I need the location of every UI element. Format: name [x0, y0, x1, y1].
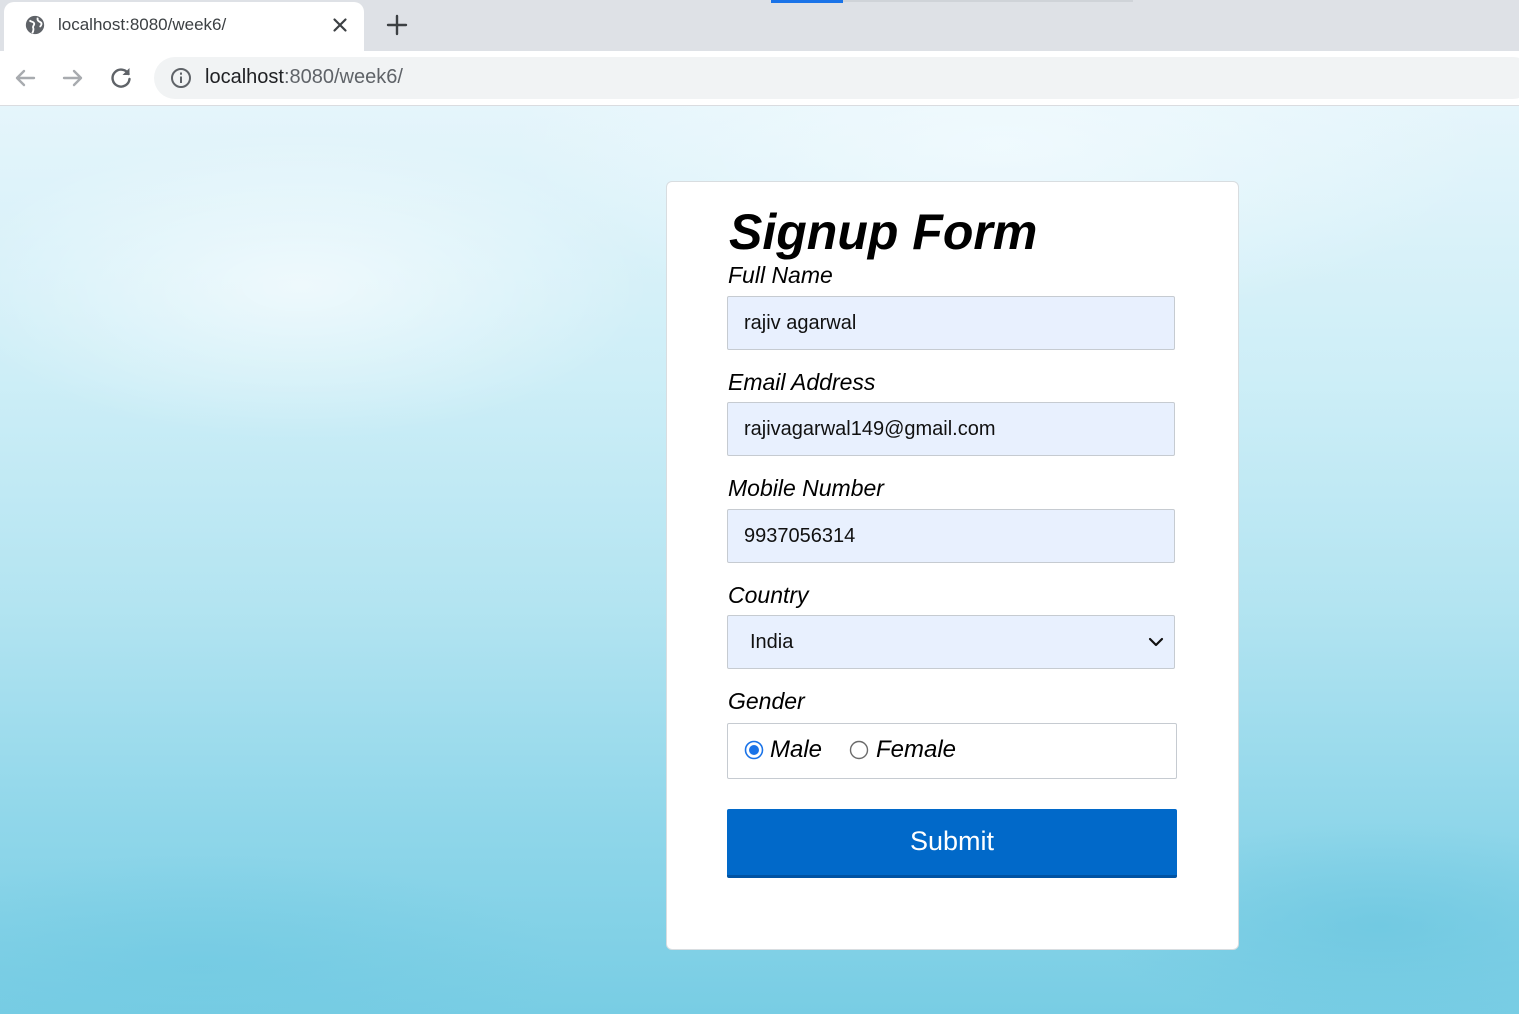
arrow-right-icon[interactable] [58, 63, 88, 93]
page-background: Signup Form Full Name rajiv agarwal Emai… [0, 106, 1519, 1014]
reload-icon[interactable] [106, 63, 136, 93]
signup-card: Signup Form Full Name rajiv agarwal Emai… [666, 181, 1239, 950]
close-icon[interactable] [328, 13, 352, 37]
email-input[interactable]: rajivagarwal149@gmail.com [727, 402, 1175, 456]
gender-group: Male Female [727, 723, 1177, 779]
radio-female[interactable] [849, 740, 869, 760]
info-icon[interactable] [170, 67, 192, 89]
radio-male[interactable] [744, 740, 764, 760]
tab-active[interactable]: localhost:8080/week6/ [4, 2, 364, 51]
country-select[interactable]: India [727, 615, 1175, 669]
form-title: Signup Form [729, 204, 1038, 260]
browser-toolbar: localhost:8080/week6/ [0, 51, 1519, 106]
tab-strip-line [843, 0, 1133, 2]
mobile-label: Mobile Number [728, 475, 884, 501]
mobile-input[interactable]: 9937056314 [727, 509, 1175, 563]
full-name-input[interactable]: rajiv agarwal [727, 296, 1175, 350]
email-value: rajivagarwal149@gmail.com [744, 418, 996, 440]
loading-indicator [771, 0, 843, 3]
full-name-label: Full Name [728, 262, 833, 288]
url-text: localhost:8080/week6/ [205, 66, 403, 89]
country-value: India [750, 631, 794, 653]
radio-female-label[interactable]: Female [876, 736, 956, 764]
tab-strip: localhost:8080/week6/ [0, 0, 1519, 51]
tab-title: localhost:8080/week6/ [58, 15, 227, 34]
address-bar[interactable]: localhost:8080/week6/ [154, 57, 1519, 99]
url-path: :8080/week6/ [283, 66, 403, 88]
arrow-left-icon[interactable] [10, 63, 40, 93]
browser-window: localhost:8080/week6/ localhost:8080/wee… [0, 0, 1519, 1014]
globe-icon [25, 15, 45, 35]
gender-label: Gender [728, 688, 805, 714]
url-host: localhost [205, 66, 284, 88]
submit-button[interactable]: Submit [727, 809, 1177, 878]
chevron-down-icon [1148, 637, 1164, 647]
radio-male-label[interactable]: Male [770, 736, 822, 764]
full-name-value: rajiv agarwal [744, 312, 857, 334]
plus-icon[interactable] [383, 11, 411, 39]
email-label: Email Address [728, 369, 876, 395]
country-label: Country [728, 582, 809, 608]
mobile-value: 9937056314 [744, 525, 856, 547]
